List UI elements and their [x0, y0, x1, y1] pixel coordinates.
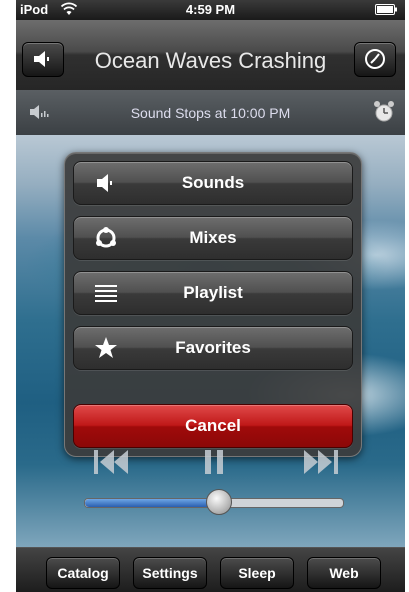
web-button[interactable]: Web — [307, 557, 381, 589]
title-bar: Ocean Waves Crashing — [16, 20, 405, 91]
cancel-label: Cancel — [185, 416, 241, 435]
sounds-label: Sounds — [181, 173, 245, 192]
sleep-info-bar: Sound Stops at 10:00 PM — [16, 90, 405, 136]
cancel-button[interactable]: Cancel — [73, 404, 353, 448]
volume-thumb[interactable] — [206, 489, 232, 515]
favorites-button[interactable]: Favorites — [73, 326, 353, 370]
alarm-clock-icon[interactable] — [373, 100, 395, 124]
sleep-button[interactable]: Sleep — [220, 557, 294, 589]
device-screen: iPod 4:59 PM Ocean Waves Crashing Sound … — [16, 0, 405, 592]
sleep-stop-text: Sound Stops at 10:00 PM — [130, 105, 291, 121]
volume-fill — [85, 499, 219, 507]
playlist-button[interactable]: Playlist — [73, 271, 353, 315]
track-title: Ocean Waves Crashing — [94, 48, 327, 73]
previous-icon[interactable] — [92, 448, 132, 476]
clock-icon — [365, 49, 385, 69]
mixes-label: Mixes — [189, 228, 237, 247]
speaker-icon — [34, 51, 49, 67]
battery-icon — [375, 4, 397, 15]
favorites-label: Favorites — [175, 338, 251, 357]
bottom-toolbar: Catalog Settings Sleep Web — [16, 547, 405, 592]
settings-button[interactable]: Settings — [133, 557, 207, 589]
timer-button[interactable] — [354, 42, 396, 77]
transport-controls — [16, 448, 405, 480]
status-bar: iPod 4:59 PM — [16, 0, 405, 20]
sound-button[interactable] — [22, 42, 64, 77]
clock-time: 4:59 PM — [185, 2, 236, 17]
playlist-label: Playlist — [183, 283, 243, 302]
pause-icon[interactable] — [202, 448, 226, 476]
mixes-button[interactable]: Mixes — [73, 216, 353, 260]
menu-popup: Sounds Mixes Playlist Favorites Cancel — [64, 152, 362, 457]
speaker-volume-icon — [30, 105, 49, 119]
sounds-button[interactable]: Sounds — [73, 161, 353, 205]
catalog-button[interactable]: Catalog — [46, 557, 120, 589]
next-icon[interactable] — [300, 448, 340, 476]
